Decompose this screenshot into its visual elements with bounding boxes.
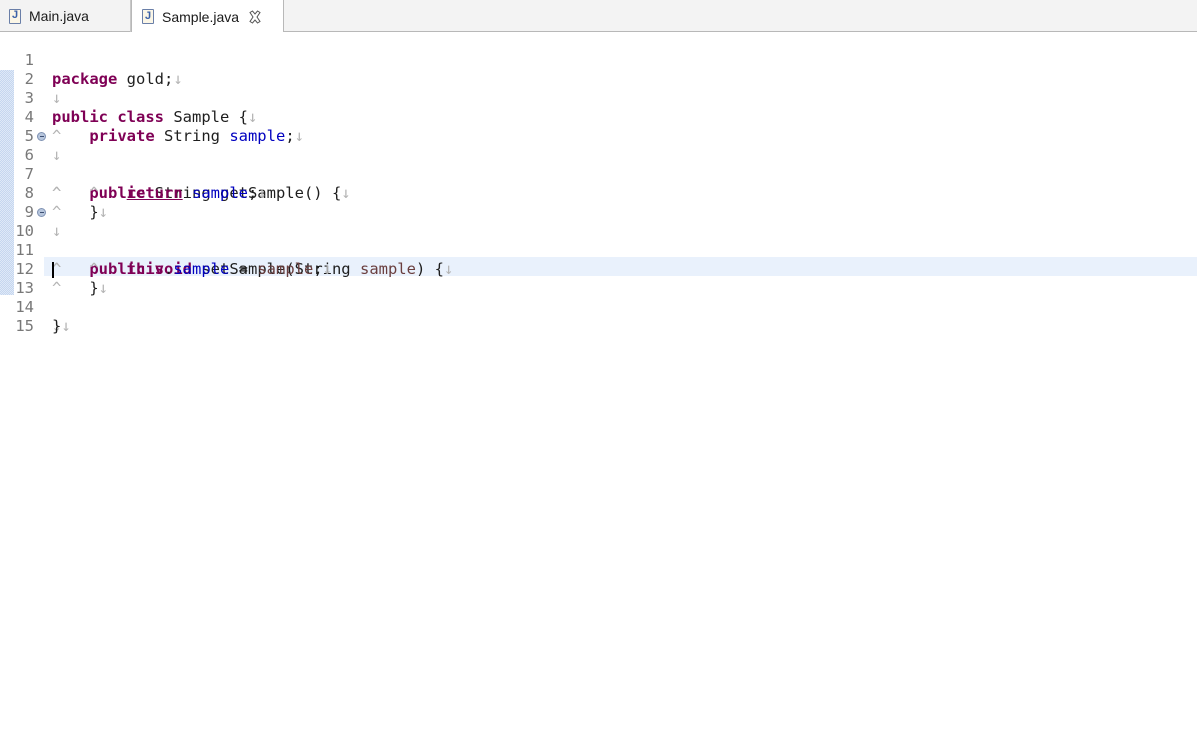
code-line: 6 ^ public String getSample() {↓ xyxy=(0,127,1197,202)
code-line: 4 ^ private String sample;↓ xyxy=(0,89,1197,145)
text-cursor xyxy=(52,262,54,278)
tab-main-java[interactable]: J Main.java xyxy=(0,0,131,32)
line-number: 15 xyxy=(15,317,34,335)
code-line: 10 ^ public void setSample(String sample… xyxy=(0,203,1197,278)
editor-tab-bar: J Main.java J Sample.java xyxy=(0,0,1197,33)
code-line: 8 ^ }↓ xyxy=(0,165,1197,221)
collapse-fold-icon[interactable] xyxy=(37,208,46,217)
java-file-icon: J xyxy=(9,8,21,24)
java-file-icon: J xyxy=(142,9,154,24)
tab-label: Main.java xyxy=(29,8,89,24)
code-line: 14 }↓ xyxy=(0,279,1197,335)
code-line: 15 xyxy=(0,298,1197,335)
code-line: 7 ^ ^ return sample;↓ xyxy=(0,146,1197,202)
code-line: 9 ↓ xyxy=(0,184,1197,240)
code-line-current: 13 ↓ xyxy=(0,260,1197,335)
tab-label: Sample.java xyxy=(162,8,240,25)
code-line: 12 ^ }↓ xyxy=(0,241,1197,297)
code-line: 1 package gold;↓ xyxy=(0,32,1197,88)
collapse-fold-icon[interactable] xyxy=(37,132,46,141)
code-text: }↓ xyxy=(52,317,71,335)
code-line: 5 ↓ xyxy=(0,108,1197,164)
code-editor[interactable]: 1 package gold;↓ 2 ↓ 3 public class Samp… xyxy=(0,32,1197,732)
code-line: 2 ↓ xyxy=(0,51,1197,107)
code-line: 3 public class Sample {↓ xyxy=(0,70,1197,126)
close-icon[interactable] xyxy=(248,9,262,24)
code-line: 11 ^ ^ this.sample = sample;↓ xyxy=(0,222,1197,278)
tab-sample-java[interactable]: J Sample.java xyxy=(131,0,284,33)
